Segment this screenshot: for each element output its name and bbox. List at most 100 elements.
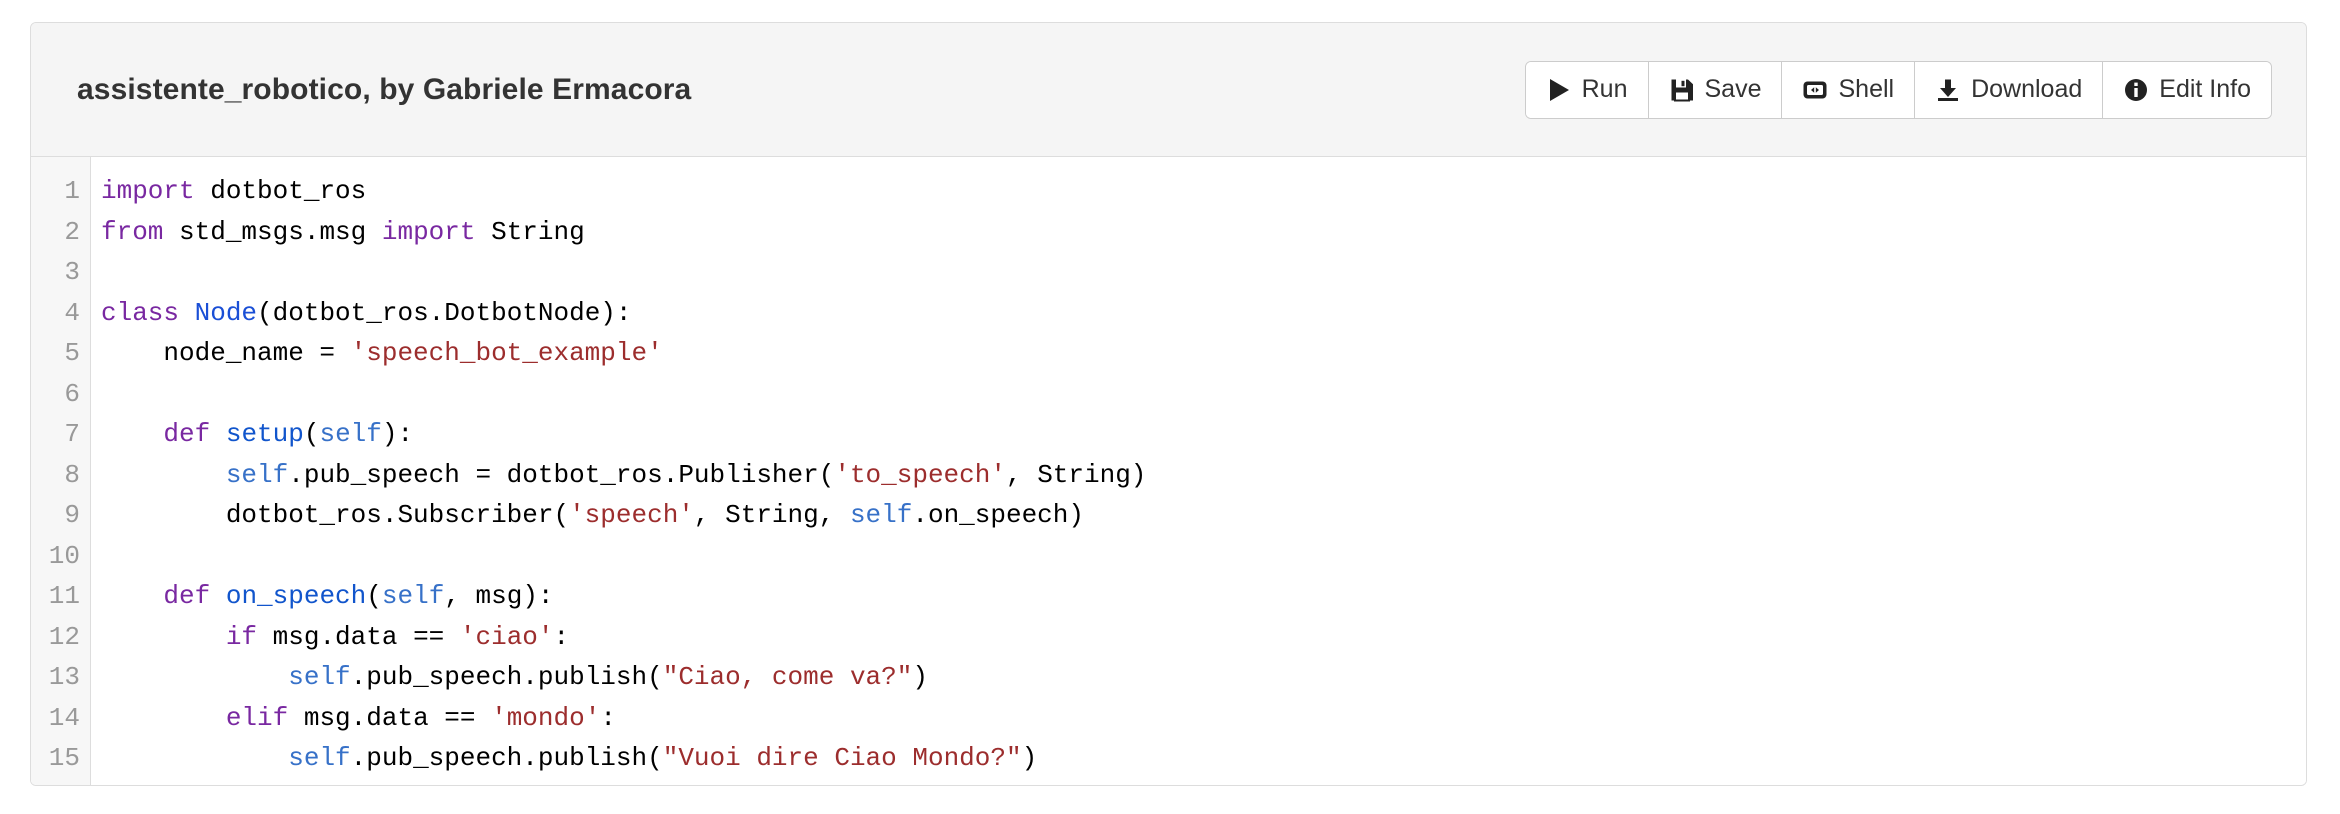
code-token: , String, xyxy=(693,500,850,530)
code-token: ) xyxy=(1021,743,1038,773)
save-button-label: Save xyxy=(1704,75,1762,103)
code-token: self xyxy=(319,419,382,449)
code-token: dotbot_ros xyxy=(194,176,367,206)
code-token: (dotbot_ros.DotbotNode): xyxy=(257,297,632,328)
code-token: msg.data == xyxy=(288,702,492,733)
editor-header: assistente_robotico, by Gabriele Ermacor… xyxy=(31,23,2306,157)
code-token: node_name = xyxy=(101,338,351,368)
code-token: if xyxy=(225,621,258,652)
code-token: self xyxy=(381,581,445,611)
code-token: class xyxy=(101,297,180,328)
line-number: 5 xyxy=(64,338,80,368)
code-token: : xyxy=(600,702,616,733)
download-button-label: Download xyxy=(1971,75,2083,103)
code-token: from xyxy=(101,216,164,247)
line-number: 2 xyxy=(64,216,80,247)
code-line[interactable] xyxy=(101,252,2306,293)
code-token: .on_speech) xyxy=(912,500,1084,530)
line-number: 10 xyxy=(48,540,80,571)
code-token: def xyxy=(163,581,211,611)
code-token: setup xyxy=(225,419,304,449)
download-icon xyxy=(1935,77,1961,103)
line-number: 11 xyxy=(48,581,80,611)
run-button[interactable]: Run xyxy=(1525,61,1648,118)
code-token: elif xyxy=(225,702,289,733)
code-line[interactable]: elif msg.data == 'mondo': xyxy=(101,698,2306,739)
line-number-gutter: 1 2 3 4 5 6 7 8 9 10 11 12 13 14 15 xyxy=(31,157,91,785)
line-number: 13 xyxy=(48,662,80,692)
code-token: msg.data == xyxy=(257,621,460,652)
code-line[interactable]: class Node(dotbot_ros.DotbotNode): xyxy=(101,293,2306,334)
code-line[interactable]: def on_speech(self, msg): xyxy=(101,576,2306,617)
code-token: .pub_speech.publish( xyxy=(350,662,663,692)
code-line[interactable]: self.pub_speech = dotbot_ros.Publisher('… xyxy=(101,455,2306,496)
code-token: , msg): xyxy=(444,581,554,611)
code-token: .pub_speech = dotbot_ros.Publisher( xyxy=(288,459,835,490)
code-token: 'speech_bot_example' xyxy=(350,338,663,368)
run-button-label: Run xyxy=(1581,75,1628,103)
shell-button[interactable]: Shell xyxy=(1781,61,1915,118)
code-token: import xyxy=(101,176,195,206)
code-token: def xyxy=(163,419,211,449)
editor-toolbar: Run Save Shell Download Edit Info xyxy=(1524,60,2272,119)
code-token: self xyxy=(288,743,351,773)
download-button[interactable]: Download xyxy=(1914,61,2103,118)
play-icon xyxy=(1546,77,1572,103)
line-number: 9 xyxy=(64,500,80,530)
code-token: ) xyxy=(912,662,928,692)
code-line[interactable]: from std_msgs.msg import String xyxy=(101,212,2306,253)
floppy-disk-icon xyxy=(1669,77,1695,103)
line-number: 14 xyxy=(48,702,80,733)
code-line[interactable]: node_name = 'speech_bot_example' xyxy=(101,333,2306,374)
code-line[interactable] xyxy=(101,374,2306,415)
code-token: Node xyxy=(194,297,258,328)
code-token: import xyxy=(381,216,476,247)
line-number: 7 xyxy=(64,419,80,449)
code-token: dotbot_ros.Subscriber( xyxy=(101,500,570,530)
line-number: 12 xyxy=(48,621,80,652)
line-number: 8 xyxy=(64,459,80,490)
code-token: std_msgs.msg xyxy=(163,216,382,247)
code-line[interactable]: if msg.data == 'ciao': xyxy=(101,617,2306,658)
code-token: 'speech' xyxy=(569,500,694,530)
shell-icon xyxy=(1802,77,1828,103)
line-number: 15 xyxy=(48,743,80,773)
code-token: .pub_speech.publish( xyxy=(350,743,663,773)
save-button[interactable]: Save xyxy=(1647,61,1782,118)
code-line[interactable]: self.pub_speech.publish("Vuoi dire Ciao … xyxy=(101,738,2306,779)
code-token: "Ciao, come va?" xyxy=(662,662,913,692)
code-token: self xyxy=(225,459,289,490)
code-token: "Vuoi dire Ciao Mondo?" xyxy=(662,743,1022,773)
code-editor[interactable]: 1 2 3 4 5 6 7 8 9 10 11 12 13 14 15 import dotbot_ros f… xyxy=(31,157,2306,785)
code-token: on_speech xyxy=(225,581,367,611)
code-token: ): xyxy=(381,419,414,449)
shell-button-label: Shell xyxy=(1838,75,1895,103)
code-line[interactable]: self.pub_speech.publish("Ciao, come va?"… xyxy=(101,657,2306,698)
edit-info-button[interactable]: Edit Info xyxy=(2102,61,2271,118)
code-token: 'ciao' xyxy=(459,621,554,652)
line-number: 1 xyxy=(64,176,80,206)
code-line[interactable]: def setup(self): xyxy=(101,414,2306,455)
code-line[interactable] xyxy=(101,536,2306,577)
code-line[interactable]: dotbot_ros.Subscriber('speech', String, … xyxy=(101,495,2306,536)
code-token: : xyxy=(553,621,570,652)
code-token: , String) xyxy=(1005,459,1147,490)
code-line[interactable]: import dotbot_ros xyxy=(101,171,2306,212)
code-token: String xyxy=(475,216,585,247)
edit-info-button-label: Edit Info xyxy=(2159,75,2251,103)
line-number: 3 xyxy=(64,257,80,287)
code-token: self xyxy=(849,500,913,530)
info-circle-icon xyxy=(2123,77,2149,103)
page-title: assistente_robotico, by Gabriele Ermacor… xyxy=(77,72,692,106)
code-content[interactable]: import dotbot_ros from std_msgs.msg impor… xyxy=(91,157,2306,785)
repl-editor-panel: assistente_robotico, by Gabriele Ermacor… xyxy=(30,22,2307,786)
